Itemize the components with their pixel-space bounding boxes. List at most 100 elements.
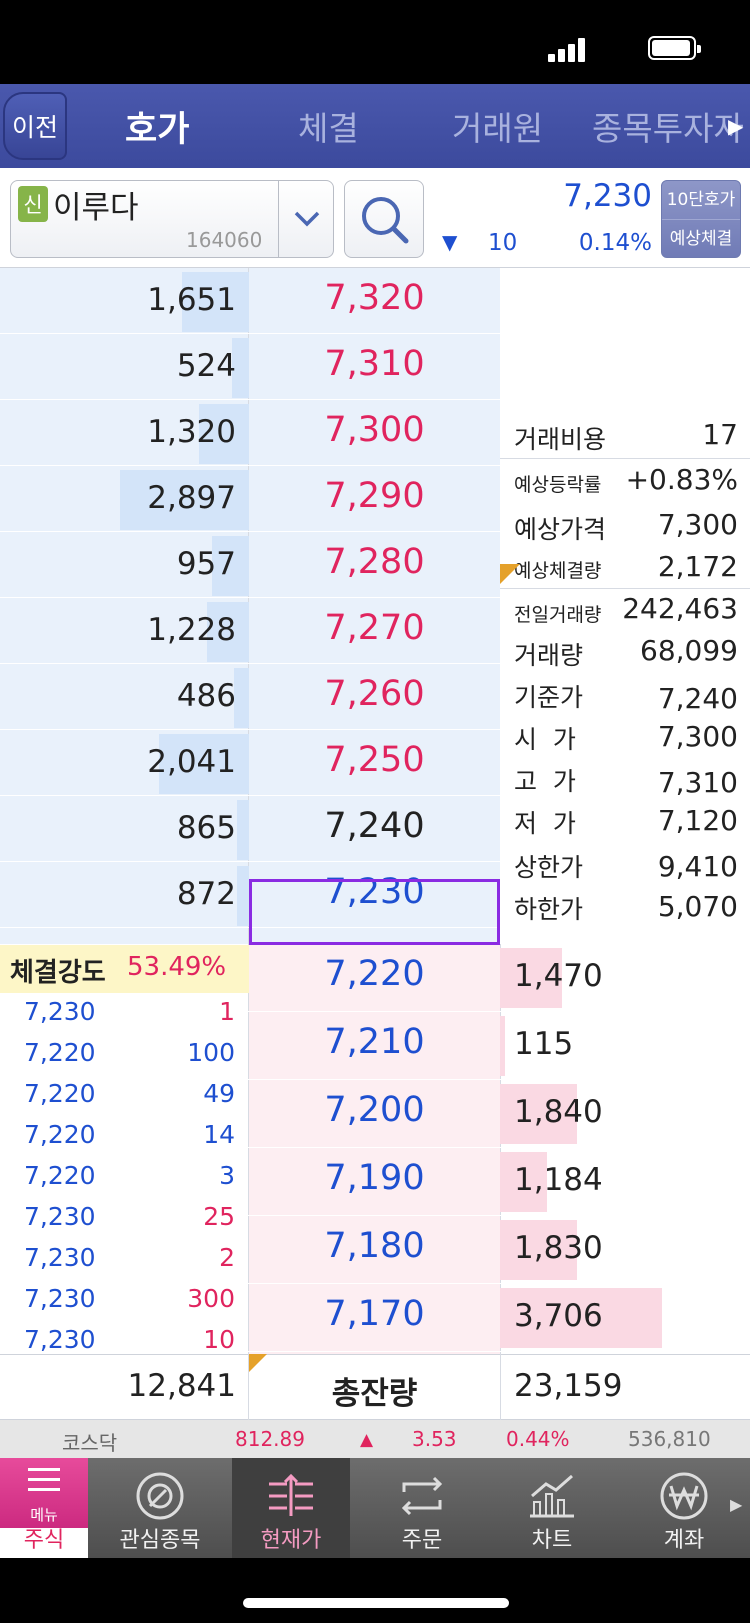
ask-price: 7,310 [324, 344, 425, 384]
price-change-rate: 0.14% [578, 230, 652, 256]
divider [500, 458, 750, 459]
ask-qty: 1,320 [147, 414, 236, 450]
bid-volume-bar [500, 1016, 505, 1076]
bid-price: 7,210 [324, 1022, 425, 1062]
network-label: LTE [598, 34, 643, 62]
total-ask: 12,841 [127, 1368, 236, 1404]
chevron-down-icon[interactable] [278, 180, 334, 258]
status-time: 12:38 [78, 28, 177, 64]
ask-qty: 1,228 [147, 612, 236, 648]
tick-qty: 10 [203, 1325, 235, 1354]
bid-qty: 1,470 [514, 958, 603, 994]
down-arrow-icon: ▼ [442, 230, 458, 254]
divider [500, 588, 750, 589]
nav-current-price[interactable]: 현재가 [232, 1458, 350, 1558]
tick-qty: 49 [203, 1079, 235, 1108]
index-name: 코스닥 [62, 1431, 118, 1455]
nav-scroll-right-icon[interactable]: ▶ [730, 1495, 742, 1514]
back-button[interactable]: 이전 [3, 92, 67, 160]
tick-qty: 25 [203, 1202, 235, 1231]
volume: 68,099 [640, 634, 738, 667]
ask-row[interactable]: 865 7,240 [0, 796, 750, 862]
expected-volume-label: 예상체결량 [514, 560, 602, 582]
tick-price: 7,220 [24, 1038, 96, 1067]
ask-row[interactable]: 486 7,260 [0, 664, 750, 730]
ask-price: 7,290 [324, 476, 425, 516]
ask-price: 7,250 [324, 740, 425, 780]
tab-scroll-right-icon[interactable]: ▶ [728, 114, 743, 138]
bid-qty: 115 [514, 1026, 574, 1062]
current-price-icon [269, 1473, 313, 1516]
up-arrow-icon: ▲ [360, 1430, 374, 1450]
signal-icon [548, 36, 588, 62]
ask-qty: 865 [176, 810, 236, 846]
ask-row[interactable]: 1,320 7,300 [0, 400, 750, 466]
tick-qty: 100 [187, 1038, 235, 1067]
trade-strength-value: 53.49% [127, 952, 227, 982]
index-value: 812.89 [235, 1427, 305, 1451]
tick-row: 7,220 100 [0, 1038, 249, 1080]
total-label: 총잔량 [331, 1376, 418, 1412]
expected-price-label: 예상가격 [514, 515, 607, 544]
upper-limit: 9,410 [657, 850, 738, 883]
tab-trades[interactable]: 체결 [298, 84, 359, 168]
tick-price: 7,230 [24, 1284, 96, 1313]
fee-value: 17 [702, 418, 738, 451]
tick-list[interactable]: 7,230 1 7,220 100 7,220 49 7,220 14 7,220 3 7,230 2… [0, 993, 249, 1354]
current-price-highlight [249, 879, 500, 945]
tick-price: 7,220 [24, 1079, 96, 1108]
search-button[interactable] [344, 180, 424, 258]
ask-volume-bar [234, 668, 249, 728]
ask-row[interactable]: 1,651 7,320 [0, 268, 750, 334]
column-divider [500, 1354, 501, 1420]
stock-name[interactable]: 이루다 [53, 182, 139, 227]
low-label: 저 가 [514, 809, 576, 838]
tab-hoga[interactable]: 호가 [125, 84, 189, 168]
menu-icon [28, 1468, 60, 1491]
low-price: 7,120 [657, 804, 738, 837]
lower-limit-label: 하한가 [514, 895, 584, 924]
depth-toggle-button[interactable]: 10단호가 예상체결 [661, 180, 741, 258]
ask-qty: 2,897 [147, 480, 236, 516]
tick-qty: 300 [187, 1284, 235, 1313]
tick-qty: 1 [219, 997, 235, 1026]
tick-price: 7,220 [24, 1161, 96, 1190]
ask-price: 7,260 [324, 674, 425, 714]
tick-row: 7,220 14 [0, 1120, 249, 1162]
current-price: 7,230 [563, 178, 652, 214]
prev-volume: 242,463 [622, 592, 738, 625]
fee-label: 거래비용 [514, 425, 607, 454]
home-indicator[interactable] [243, 1598, 509, 1608]
open-label: 시 가 [514, 725, 576, 754]
lower-limit: 5,070 [657, 890, 738, 923]
bid-price: 7,180 [324, 1226, 425, 1266]
tick-price: 7,230 [24, 1202, 96, 1231]
bid-price: 7,220 [324, 954, 425, 994]
stock-quote-screen: 12:38 LTE 이전 호가 체결 거래원 종목투자자 ▶ 신 이루다 164… [0, 0, 750, 1623]
nav-menu[interactable]: 메뉴 주식 [0, 1458, 88, 1558]
ask-row[interactable]: 524 7,310 [0, 334, 750, 400]
tab-broker[interactable]: 거래원 [452, 84, 543, 168]
ask-qty: 486 [176, 678, 236, 714]
tick-qty: 2 [219, 1243, 235, 1272]
ask-price: 7,320 [324, 278, 425, 318]
bid-price: 7,170 [324, 1294, 425, 1334]
high-price: 7,310 [657, 766, 738, 799]
nav-label: 관심종목 [119, 1528, 201, 1553]
index-change: 3.53 [412, 1427, 457, 1451]
nav-order[interactable]: 주문 [360, 1458, 484, 1558]
ask-price: 7,270 [324, 608, 425, 648]
nav-watchlist[interactable]: 관심종목 [98, 1458, 222, 1558]
ask-qty: 2,041 [147, 744, 236, 780]
bid-price: 7,190 [324, 1158, 425, 1198]
prev-volume-label: 전일거래량 [514, 604, 602, 626]
nav-label: 계좌 [663, 1528, 705, 1553]
tick-row: 7,230 300 [0, 1284, 249, 1326]
tick-price: 7,230 [24, 1243, 96, 1272]
nav-account[interactable]: 계좌 [622, 1458, 746, 1558]
bid-qty: 1,184 [514, 1162, 603, 1198]
watchlist-icon [136, 1472, 184, 1520]
ask-row[interactable]: 2,041 7,250 [0, 730, 750, 796]
tab-investor[interactable]: 종목투자자 [592, 84, 750, 168]
nav-chart[interactable]: 차트 [490, 1458, 614, 1558]
